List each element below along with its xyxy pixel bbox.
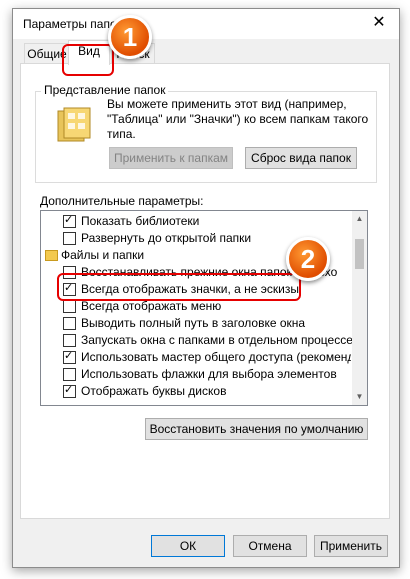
- list-item-label: Использовать флажки для выбора элементов: [81, 367, 337, 381]
- cancel-button[interactable]: Отмена: [233, 535, 307, 557]
- list-item-label: Файлы и папки: [61, 248, 145, 262]
- checkbox-expand-to-open-folder[interactable]: [63, 232, 76, 245]
- list-item-label: Развернуть до открытой папки: [81, 231, 252, 245]
- checkbox-drive-letters[interactable]: [63, 383, 76, 398]
- scrollbar-thumb[interactable]: [355, 239, 364, 269]
- apply-to-folders-button[interactable]: Применить к папкам: [109, 147, 233, 169]
- restore-defaults-button[interactable]: Восстановить значения по умолчанию: [145, 418, 368, 440]
- close-icon[interactable]: ✕: [369, 13, 389, 33]
- folder-view-group-title: Представление папок: [41, 83, 169, 97]
- list-item[interactable]: Отображать буквы дисков: [41, 383, 351, 400]
- checkbox-show-libraries[interactable]: [63, 213, 76, 228]
- list-item[interactable]: Показать библиотеки: [41, 213, 351, 230]
- vertical-scrollbar[interactable]: ▲ ▼: [352, 211, 367, 405]
- list-item[interactable]: Запускать окна с папками в отдельном про…: [41, 332, 353, 349]
- checkbox-sharing-wizard[interactable]: [63, 349, 76, 364]
- list-item-label: Выводить полный путь в заголовке окна: [81, 316, 306, 330]
- list-item-label: Отображать буквы дисков: [81, 384, 227, 398]
- folder-icon: [56, 107, 94, 146]
- checkbox-always-show-menus[interactable]: [63, 300, 76, 313]
- list-item-label: Показать библиотеки: [81, 214, 200, 228]
- list-item[interactable]: Использовать мастер общего доступа (реко…: [41, 349, 351, 366]
- step-badge-1: 1: [108, 15, 152, 59]
- list-item[interactable]: Выводить полный путь в заголовке окна: [41, 315, 351, 332]
- list-item[interactable]: Использовать флажки для выбора элементов: [41, 366, 351, 383]
- reset-folders-button[interactable]: Сброс вида папок: [245, 147, 357, 169]
- ok-button[interactable]: ОК: [151, 535, 225, 557]
- apply-button[interactable]: Применить: [314, 535, 388, 557]
- advanced-settings-label: Дополнительные параметры:: [40, 194, 204, 208]
- scroll-up-arrow-icon[interactable]: ▲: [352, 211, 367, 227]
- highlight-always-show-icons: [57, 273, 301, 301]
- checkbox-item-checkboxes[interactable]: [63, 368, 76, 381]
- checkbox-separate-process[interactable]: [63, 334, 76, 347]
- checkbox-full-path[interactable]: [63, 317, 76, 330]
- list-item-label: Запускать окна с папками в отдельном про…: [81, 333, 353, 347]
- scroll-down-arrow-icon[interactable]: ▼: [352, 389, 367, 405]
- folder-icon: [45, 250, 58, 261]
- title-bar: Параметры папок ✕: [13, 9, 399, 39]
- step-badge-2: 2: [286, 237, 330, 281]
- window-title: Параметры папок: [23, 17, 122, 31]
- folder-view-description: Вы можете применить этот вид (например, …: [107, 97, 369, 141]
- highlight-view-tab: [62, 44, 114, 76]
- list-item-label: Использовать мастер общего доступа (реко…: [81, 350, 351, 364]
